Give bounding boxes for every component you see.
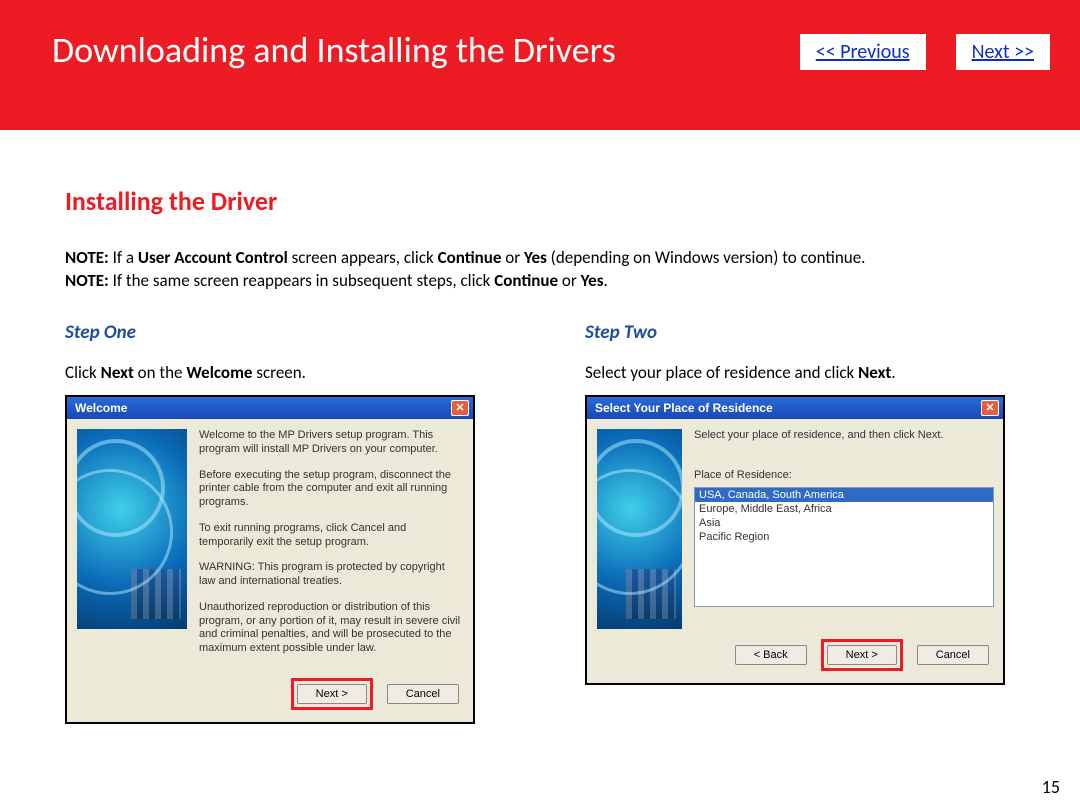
list-item[interactable]: Pacific Region — [695, 530, 993, 544]
list-item[interactable]: Asia — [695, 516, 993, 530]
residence-back-button[interactable]: < Back — [735, 645, 807, 665]
welcome-titlebar: Welcome ✕ — [67, 397, 473, 419]
step-two-desc: Select your place of residence and click… — [585, 362, 1055, 383]
residence-titlebar: Select Your Place of Residence ✕ — [587, 397, 1003, 419]
residence-dialog-title: Select Your Place of Residence — [595, 401, 773, 415]
welcome-button-row: Next > Cancel — [67, 678, 473, 722]
residence-next-button[interactable]: Next > — [827, 645, 897, 665]
note-line-1: NOTE: If a User Account Control screen a… — [65, 247, 1025, 268]
step-one-desc: Click Next on the Welcome screen. — [65, 362, 535, 383]
welcome-body: Welcome to the MP Drivers setup program.… — [67, 419, 473, 678]
step-one-title: Step One — [65, 321, 535, 344]
nav-buttons: << Previous Next >> — [800, 34, 1050, 70]
step-two-title: Step Two — [585, 321, 1055, 344]
steps-row: Step One Click Next on the Welcome scree… — [65, 321, 1025, 724]
next-button[interactable]: Next >> — [956, 34, 1050, 70]
previous-button[interactable]: << Previous — [800, 34, 926, 70]
welcome-next-button[interactable]: Next > — [297, 684, 367, 704]
residence-listbox[interactable]: USA, Canada, South America Europe, Middl… — [694, 487, 994, 607]
decorative-graphic — [597, 429, 682, 629]
list-item[interactable]: Europe, Middle East, Africa — [695, 502, 993, 516]
page-header: Downloading and Installing the Drivers <… — [0, 0, 1080, 130]
welcome-dialog: Welcome ✕ Welcome to the MP Drivers setu… — [65, 395, 475, 724]
section-title: Installing the Driver — [65, 185, 1025, 217]
residence-dialog: Select Your Place of Residence ✕ Select … — [585, 395, 1005, 685]
residence-button-row: < Back Next > Cancel — [587, 639, 1003, 683]
residence-label: Place of Residence: — [694, 469, 994, 483]
decorative-graphic — [77, 429, 187, 629]
page-number: 15 — [1042, 776, 1060, 798]
page-title: Downloading and Installing the Drivers — [52, 28, 616, 72]
content: Installing the Driver NOTE: If a User Ac… — [0, 130, 1080, 724]
close-icon[interactable]: ✕ — [981, 400, 999, 416]
welcome-cancel-button[interactable]: Cancel — [387, 684, 459, 704]
next-highlight: Next > — [291, 678, 373, 710]
note-line-2: NOTE: If the same screen reappears in su… — [65, 270, 1025, 291]
step-one: Step One Click Next on the Welcome scree… — [65, 321, 535, 724]
welcome-dialog-title: Welcome — [75, 401, 127, 415]
next-highlight: Next > — [821, 639, 903, 671]
welcome-text: Welcome to the MP Drivers setup program.… — [199, 429, 461, 668]
close-icon[interactable]: ✕ — [451, 400, 469, 416]
residence-cancel-button[interactable]: Cancel — [917, 645, 989, 665]
step-two: Step Two Select your place of residence … — [585, 321, 1055, 724]
residence-body: Select your place of residence, and then… — [587, 419, 1003, 639]
residence-text: Select your place of residence, and then… — [694, 429, 994, 629]
list-item[interactable]: USA, Canada, South America — [695, 488, 993, 502]
